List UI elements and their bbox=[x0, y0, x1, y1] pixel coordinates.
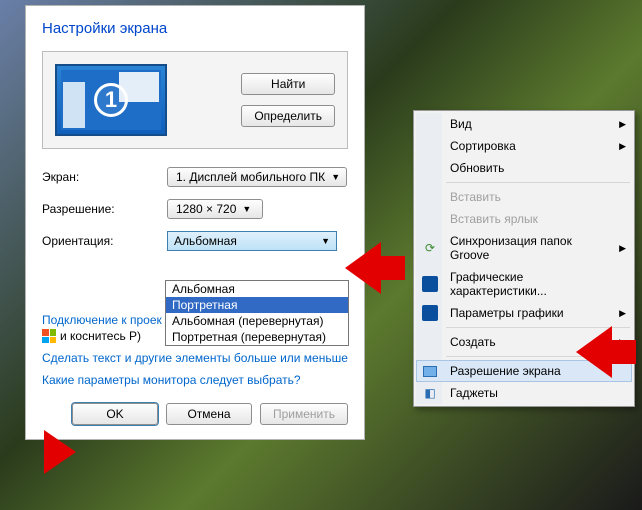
row-orientation: Ориентация: Альбомная ▼ bbox=[42, 231, 348, 251]
display-value: 1. Дисплей мобильного ПК bbox=[176, 170, 325, 184]
groove-icon: ⟳ bbox=[422, 240, 438, 256]
chevron-down-icon: ▼ bbox=[331, 172, 340, 182]
intel-icon bbox=[422, 305, 438, 321]
monitor-window-left bbox=[63, 82, 85, 128]
ctx-item-gfx-props[interactable]: Графические характеристики... bbox=[416, 266, 632, 302]
orientation-dropdown[interactable]: Альбомная Портретная Альбомная (переверн… bbox=[165, 280, 349, 346]
resolution-select[interactable]: 1280 × 720 ▼ bbox=[167, 199, 263, 219]
row-resolution: Разрешение: 1280 × 720 ▼ bbox=[42, 199, 348, 219]
ctx-separator bbox=[446, 182, 630, 183]
windows-flag-icon bbox=[42, 329, 56, 343]
orientation-option[interactable]: Альбомная (перевернутая) bbox=[166, 313, 348, 329]
submenu-arrow-icon: ▶ bbox=[619, 119, 626, 130]
link-text-size[interactable]: Сделать текст и другие элементы больше и… bbox=[42, 351, 348, 365]
orientation-option[interactable]: Портретная (перевернутая) bbox=[166, 329, 348, 345]
dialog-footer: OK Отмена Применить bbox=[42, 403, 348, 425]
ctx-item-gfx-options[interactable]: Параметры графики ▶ bbox=[416, 302, 632, 324]
dialog-title: Настройки экрана bbox=[42, 20, 348, 37]
find-button[interactable]: Найти bbox=[241, 73, 335, 95]
ctx-item-view[interactable]: Вид ▶ bbox=[416, 113, 632, 135]
ctx-item-gadgets[interactable]: ◧ Гаджеты bbox=[416, 382, 632, 404]
apply-button[interactable]: Применить bbox=[260, 403, 348, 425]
submenu-arrow-icon: ▶ bbox=[619, 308, 626, 319]
monitor-icon bbox=[422, 363, 438, 379]
cancel-button[interactable]: Отмена bbox=[166, 403, 252, 425]
link-which-settings[interactable]: Какие параметры монитора следует выбрать… bbox=[42, 373, 348, 387]
resolution-label: Разрешение: bbox=[42, 202, 167, 216]
display-settings-dialog: Настройки экрана 1 Найти Определить Экра… bbox=[25, 5, 365, 440]
chevron-down-icon: ▼ bbox=[321, 236, 330, 246]
orientation-select[interactable]: Альбомная ▼ bbox=[167, 231, 337, 251]
intel-icon bbox=[422, 276, 438, 292]
preview-side-buttons: Найти Определить bbox=[241, 73, 335, 127]
resolution-value: 1280 × 720 bbox=[176, 202, 236, 216]
ctx-item-sort[interactable]: Сортировка ▶ bbox=[416, 135, 632, 157]
row-display: Экран: 1. Дисплей мобильного ПК ▼ bbox=[42, 167, 348, 187]
display-select[interactable]: 1. Дисплей мобильного ПК ▼ bbox=[167, 167, 347, 187]
chevron-down-icon: ▼ bbox=[242, 204, 251, 214]
detect-button[interactable]: Определить bbox=[241, 105, 335, 127]
submenu-arrow-icon: ▶ bbox=[619, 141, 626, 152]
monitor-thumbnail[interactable]: 1 bbox=[55, 64, 167, 136]
ctx-item-groove[interactable]: ⟳ Синхронизация папок Groove ▶ bbox=[416, 230, 632, 266]
ctx-item-refresh[interactable]: Обновить bbox=[416, 157, 632, 179]
submenu-arrow-icon: ▶ bbox=[619, 243, 626, 254]
ctx-item-paste: Вставить bbox=[416, 186, 632, 208]
orientation-label: Ориентация: bbox=[42, 234, 167, 248]
gadget-icon: ◧ bbox=[422, 385, 438, 401]
orientation-value: Альбомная bbox=[174, 234, 237, 248]
display-label: Экран: bbox=[42, 170, 167, 184]
orientation-option[interactable]: Альбомная bbox=[166, 281, 348, 297]
monitor-preview-group: 1 Найти Определить bbox=[42, 51, 348, 149]
monitor-number-badge: 1 bbox=[94, 83, 128, 117]
ctx-item-paste-shortcut: Вставить ярлык bbox=[416, 208, 632, 230]
ok-button[interactable]: OK bbox=[72, 403, 158, 425]
orientation-option[interactable]: Портретная bbox=[166, 297, 348, 313]
